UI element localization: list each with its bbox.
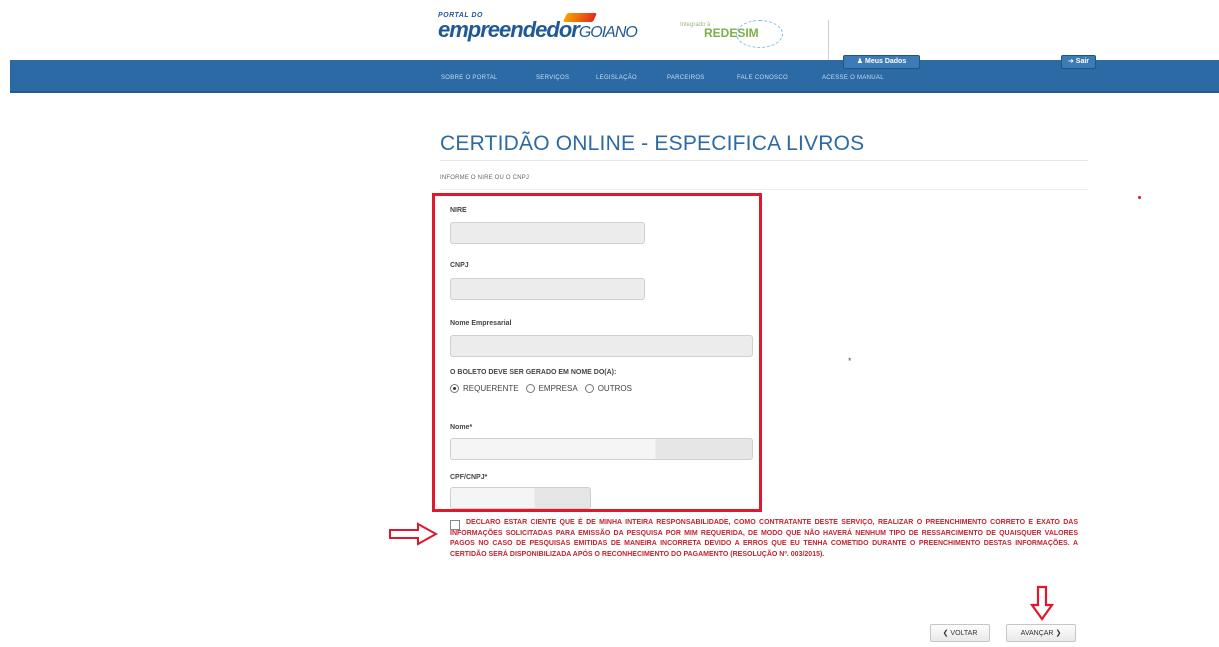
nav-item-servicos[interactable]: SERVIÇOS bbox=[536, 75, 569, 81]
next-button[interactable]: AVANÇAR ❯ bbox=[1006, 624, 1076, 642]
boleto-radio-group: REQUERENTE EMPRESA OUTROS bbox=[450, 384, 632, 393]
nire-label: NIRE bbox=[450, 207, 467, 214]
logo-swoosh-icon bbox=[562, 13, 598, 22]
title-divider bbox=[440, 160, 1088, 161]
radio-empresa[interactable] bbox=[525, 384, 535, 393]
my-data-label: Meus Dados bbox=[865, 58, 907, 65]
page-subtitle: INFORME O NIRE OU O CNPJ bbox=[440, 175, 530, 181]
radio-outros-label: OUTROS bbox=[597, 384, 632, 393]
back-button[interactable]: ❮ VOLTAR bbox=[930, 624, 990, 642]
cnpj-label: CNPJ bbox=[450, 262, 469, 269]
chevron-left-icon: ❮ bbox=[942, 630, 949, 637]
radio-empresa-label: EMPRESA bbox=[538, 384, 578, 393]
nome-label: Nome* bbox=[450, 424, 473, 431]
company-name-input[interactable] bbox=[450, 335, 753, 357]
redesim-mark-icon bbox=[736, 20, 783, 48]
logo-suffix-text: GOIANO bbox=[578, 24, 638, 41]
radio-outros[interactable] bbox=[584, 384, 594, 393]
my-data-button[interactable]: ♟ Meus Dados bbox=[843, 55, 920, 69]
red-dot-marker bbox=[1138, 196, 1141, 199]
nav-item-legislacao[interactable]: LEGISLAÇÃO bbox=[596, 75, 637, 81]
user-icon: ♟ bbox=[856, 58, 864, 65]
redesim-logo[interactable]: Integrado à REDESIM bbox=[676, 18, 794, 48]
cnpj-input[interactable] bbox=[450, 278, 645, 300]
nome-input[interactable] bbox=[450, 438, 753, 460]
back-label: VOLTAR bbox=[950, 630, 978, 637]
arrow-right-icon bbox=[389, 522, 438, 546]
nav-item-sobre[interactable]: SOBRE O PORTAL bbox=[441, 75, 498, 81]
boleto-label: O BOLETO DEVE SER GERADO EM NOME DO(A): bbox=[450, 369, 617, 376]
logout-icon: ➜ bbox=[1067, 58, 1074, 65]
logout-button[interactable]: ➜ Sair bbox=[1061, 55, 1096, 69]
arrow-down-icon bbox=[1030, 585, 1054, 621]
nav-item-fale-conosco[interactable]: FALE CONOSCO bbox=[737, 75, 788, 81]
nav-item-manual[interactable]: ACESSE O MANUAL bbox=[822, 75, 884, 81]
next-label: AVANÇAR bbox=[1020, 630, 1054, 637]
stray-asterisk: * bbox=[848, 356, 852, 366]
logo-main-text: empreendedor bbox=[438, 17, 580, 42]
radio-requerente-label: REQUERENTE bbox=[463, 384, 519, 393]
page-title: CERTIDÃO ONLINE - ESPECIFICA LIVROS bbox=[440, 132, 865, 155]
nav-item-parceiros[interactable]: PARCEIROS bbox=[667, 75, 705, 81]
chevron-right-icon: ❯ bbox=[1055, 630, 1062, 637]
logout-label: Sair bbox=[1075, 58, 1090, 65]
cpf-label: CPF/CNPJ* bbox=[450, 474, 488, 481]
cpf-input[interactable] bbox=[450, 487, 591, 509]
company-name-label: Nome Empresarial bbox=[450, 320, 512, 327]
radio-requerente[interactable] bbox=[450, 384, 459, 393]
nire-input[interactable] bbox=[450, 222, 645, 244]
declaration-checkbox[interactable] bbox=[450, 520, 460, 530]
declaration-text: DECLARO ESTAR CIENTE QUE É DE MINHA INTE… bbox=[450, 519, 1078, 558]
subtitle-divider bbox=[440, 189, 1088, 190]
header-divider bbox=[828, 20, 829, 60]
